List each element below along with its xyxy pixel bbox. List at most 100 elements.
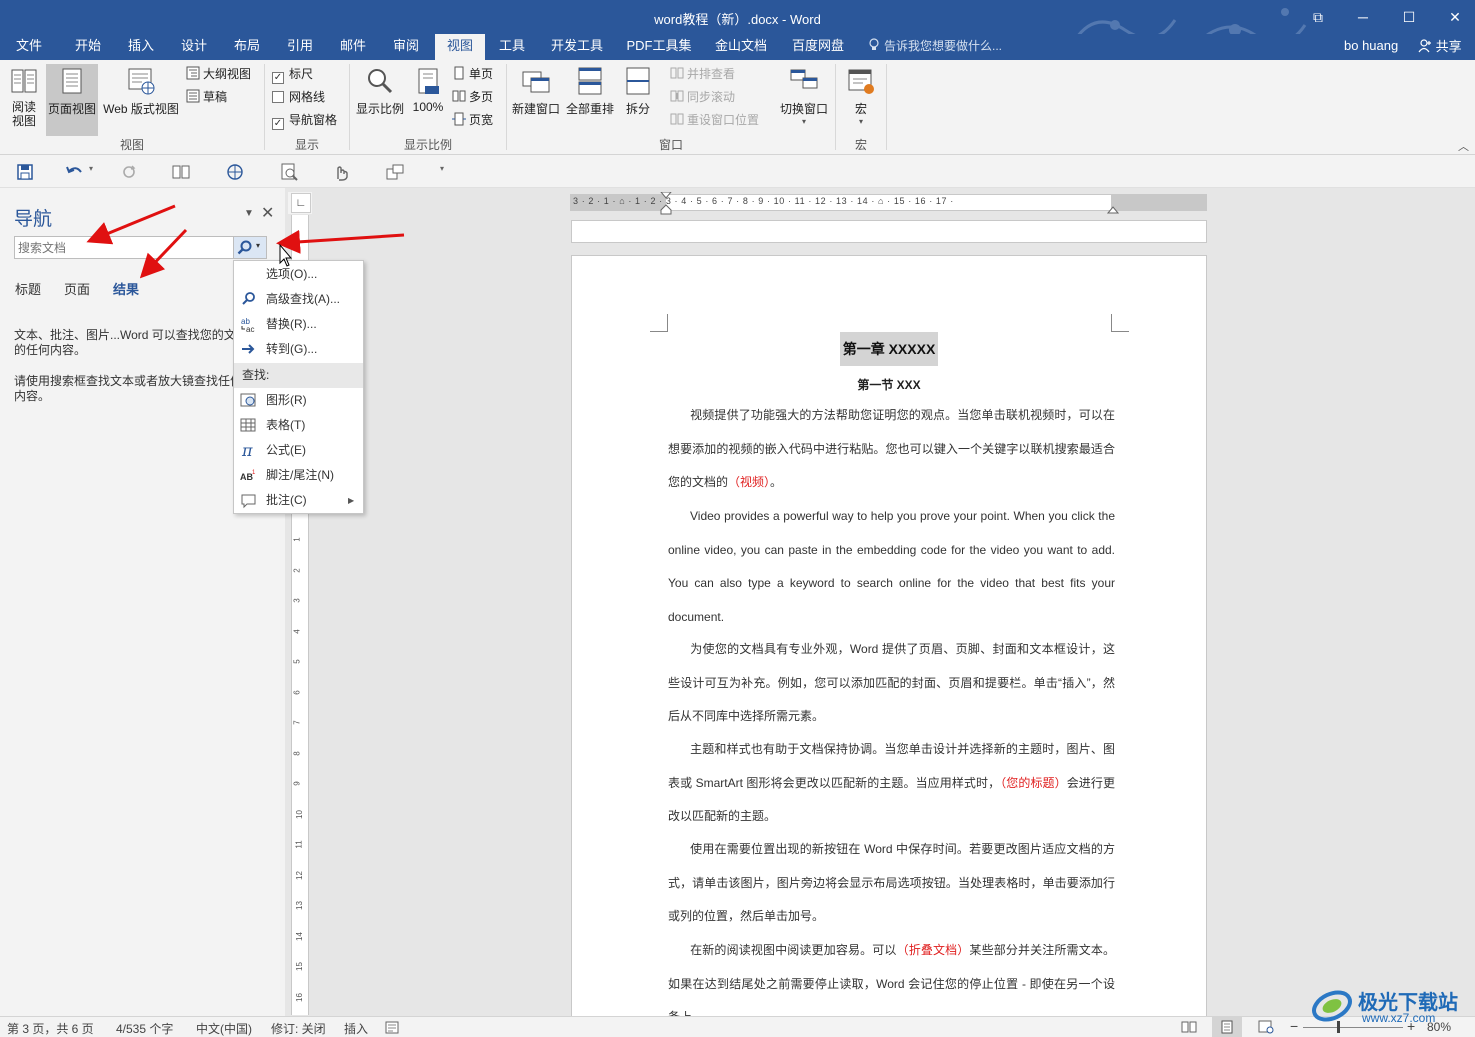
gridlines-check-box (272, 91, 284, 103)
web-layout-status-icon[interactable] (1258, 1020, 1274, 1034)
menu-options[interactable]: 选项(O)... (234, 262, 363, 287)
tab-pdf-tools[interactable]: PDF工具集 (621, 34, 697, 60)
user-name[interactable]: bo huang (1344, 34, 1398, 58)
split-button[interactable]: 拆分 (620, 64, 656, 130)
print-preview-icon[interactable] (278, 162, 300, 182)
tab-references[interactable]: 引用 (276, 34, 324, 60)
tab-selector[interactable]: ∟ (288, 192, 312, 214)
tab-tools[interactable]: 工具 (489, 34, 535, 60)
macro-record-icon[interactable] (385, 1021, 399, 1034)
menu-advanced-find[interactable]: 高级查找(A)... (234, 287, 363, 312)
tell-me-text: 告诉我您想要做什么... (884, 39, 1003, 53)
page-width-button[interactable]: 页宽 (452, 110, 493, 130)
minimize-button[interactable]: ─ (1348, 6, 1378, 28)
tab-view[interactable]: 视图 (435, 34, 485, 60)
search-button[interactable]: ▾ (233, 236, 267, 259)
outline-view-button[interactable]: 大纲视图 (186, 64, 251, 84)
arrange-all-button[interactable]: 全部重排 (564, 64, 616, 130)
new-window-label: 新建窗口 (511, 102, 560, 116)
web-globe-icon[interactable] (224, 162, 246, 182)
view-side-by-side-button[interactable]: 并排查看 (670, 64, 735, 84)
document-page[interactable]: 第一章 XXXXX 第一节 XXX 视频提供了功能强大的方法帮助您证明您的观点。… (571, 255, 1207, 1016)
tell-me-search[interactable]: 告诉我您想要做什么... (868, 34, 1002, 60)
track-changes-status[interactable]: 修订: 关闭 (271, 1020, 326, 1037)
draft-view-button[interactable]: 草稿 (186, 87, 227, 107)
section-heading: 第一节 XXX (857, 378, 921, 392)
insert-mode-status[interactable]: 插入 (344, 1020, 368, 1037)
right-indent-marker[interactable] (1107, 203, 1119, 215)
nav-options-dropdown-icon[interactable]: ▼ (244, 208, 254, 219)
search-input[interactable] (14, 236, 234, 259)
tab-design[interactable]: 设计 (170, 34, 218, 60)
nav-help-text-2b: 内容。 (14, 389, 51, 403)
tab-layout[interactable]: 布局 (223, 34, 271, 60)
first-line-indent-marker[interactable] (660, 192, 672, 216)
tab-mailings[interactable]: 邮件 (329, 34, 377, 60)
paragraph-3: 为使您的文档具有专业外观，Word 提供了页眉、页脚、封面和文本框设计，这些设计… (668, 633, 1115, 734)
sync-scroll-button[interactable]: 同步滚动 (670, 87, 735, 107)
tab-home[interactable]: 开始 (64, 34, 112, 60)
menu-find-equations[interactable]: π 公式(E) (234, 438, 363, 463)
one-page-button[interactable]: 单页 (452, 64, 493, 84)
touch-mode-icon[interactable] (330, 162, 352, 182)
ribbon-display-options-button[interactable]: ⧉ (1303, 6, 1333, 28)
new-window-button[interactable]: 新建窗口 (510, 64, 562, 130)
tab-developer[interactable]: 开发工具 (542, 34, 612, 60)
web-layout-button[interactable]: Web 版式视图 (100, 64, 182, 130)
vertical-ruler-number: 16 (294, 992, 304, 1002)
menu-goto[interactable]: 转到(G)... (234, 337, 363, 362)
vertical-scrollbar[interactable] (1462, 188, 1475, 1016)
gridlines-checkbox[interactable]: 网格线 (272, 87, 325, 107)
save-icon[interactable] (14, 162, 36, 182)
nav-tab-results[interactable]: 结果 (113, 279, 139, 298)
tab-kingsoft-docs[interactable]: 金山文档 (706, 34, 776, 60)
close-icon[interactable]: ✕ (261, 203, 274, 223)
maximize-button[interactable]: ☐ (1394, 6, 1424, 28)
show-group-label: 显示 (294, 138, 319, 152)
print-layout-status-icon (1221, 1020, 1233, 1034)
menu-find-tables[interactable]: 表格(T) (234, 413, 363, 438)
read-mode-status-icon[interactable] (1181, 1020, 1197, 1034)
share-button[interactable]: 共享 (1414, 36, 1462, 58)
menu-find-footnotes[interactable]: AB 1 脚注/尾注(N) (234, 463, 363, 488)
multiple-pages-button[interactable]: 多页 (452, 87, 493, 107)
menu-find-comments[interactable]: 批注(C) ▶ (234, 488, 363, 513)
navigation-pane-checkbox[interactable]: ✓ 导航窗格 (272, 110, 337, 130)
arrange-icon[interactable] (384, 162, 406, 182)
macros-button[interactable]: 宏 ▾ (842, 64, 880, 130)
tab-baidu-netdisk[interactable]: 百度网盘 (783, 34, 853, 60)
switch-windows-button[interactable]: 切换窗口 ▾ (776, 64, 832, 130)
customize-qat-icon[interactable]: ▾ (440, 164, 444, 173)
tab-insert[interactable]: 插入 (117, 34, 165, 60)
language-status[interactable]: 中文(中国) (196, 1020, 252, 1037)
vertical-ruler-number: 1 (292, 537, 302, 542)
menu-replace[interactable]: ab ac 替换(R)... (234, 312, 363, 337)
horizontal-ruler[interactable]: 3 · 2 · 1 · ⌂ · 1 · 2 · 3 · 4 · 5 · 6 · … (570, 192, 1207, 215)
print-layout-button[interactable]: 页面视图 (46, 64, 98, 136)
ruler-check-mark: ✓ (272, 72, 284, 84)
zoom-button[interactable]: 显示比例 (354, 64, 406, 130)
tab-review[interactable]: 审阅 (382, 34, 430, 60)
redo-icon[interactable] (118, 162, 140, 182)
zoom-100-button[interactable]: 100% (410, 64, 446, 130)
word-count[interactable]: 4/535 个字 (116, 1020, 173, 1037)
reset-window-position-button[interactable]: 重设窗口位置 (670, 110, 759, 130)
print-layout-status-button[interactable] (1212, 1017, 1242, 1037)
page-count[interactable]: 第 3 页，共 6 页 (7, 1020, 94, 1037)
read-mode-button[interactable]: 阅读 视图 (4, 64, 44, 130)
close-button[interactable]: ✕ (1440, 6, 1470, 28)
reading-mode-icon[interactable] (170, 162, 192, 182)
menu-options-label: 选项(O)... (266, 267, 318, 281)
ruler-checkbox[interactable]: ✓ 标尺 (272, 64, 313, 84)
nav-tab-pages[interactable]: 页面 (64, 279, 90, 298)
menu-find-graphics[interactable]: 图形(R) (234, 388, 363, 413)
zoom-out-button[interactable]: − (1290, 1018, 1298, 1034)
undo-dropdown-icon[interactable]: ▾ (89, 164, 93, 173)
tab-file[interactable]: 文件 (6, 34, 52, 60)
side-by-side-label: 并排查看 (687, 67, 736, 81)
draft-label: 草稿 (203, 90, 228, 104)
undo-icon[interactable] (64, 162, 86, 182)
page-width-icon (452, 112, 466, 126)
collapse-ribbon-icon[interactable]: ︿ (1458, 138, 1469, 154)
nav-tab-headings[interactable]: 标题 (15, 279, 41, 298)
